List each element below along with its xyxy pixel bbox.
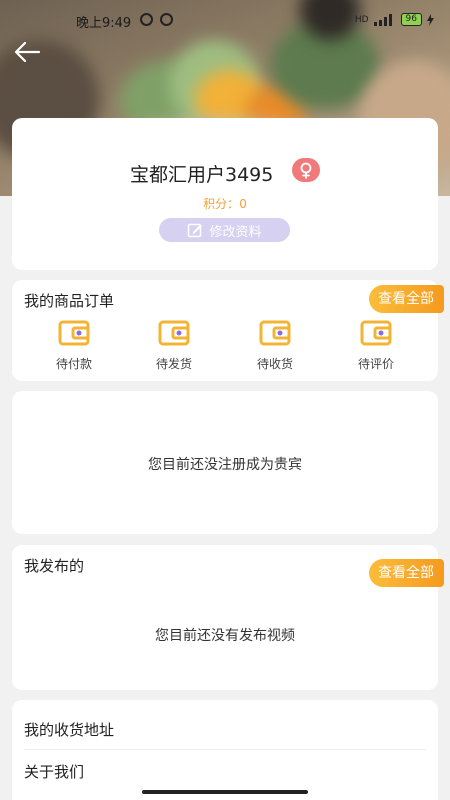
battery-icon: 96 — [400, 13, 422, 26]
menu-item-shipping-address[interactable]: 我的收货地址 — [24, 710, 426, 750]
points-value: 0 — [239, 197, 247, 211]
order-item-label: 待评价 — [357, 357, 394, 371]
edit-profile-button[interactable]: 修改资料 — [159, 218, 290, 242]
order-pending-review[interactable]: 待评价 — [346, 320, 406, 372]
posts-empty-message: 您目前还没有发布视频 — [155, 628, 295, 644]
posts-view-all-button[interactable]: 查看全部 — [369, 559, 444, 587]
wallet-icon — [58, 320, 90, 346]
profile-card: 宝都汇用户3495 积分：0 修改资料 — [12, 118, 438, 270]
points-display: 积分：0 — [12, 195, 438, 212]
back-button[interactable] — [12, 40, 46, 70]
wallet-icon — [158, 320, 190, 346]
order-pending-receipt[interactable]: 待收货 — [245, 320, 305, 372]
gender-badge — [292, 158, 320, 182]
order-item-label: 待发货 — [155, 357, 192, 371]
network-type-label: HD — [354, 14, 369, 25]
vip-status-message: 您目前还没注册成为贵宾 — [148, 457, 302, 473]
status-bar: 晚上9:49 HD 96 — [0, 0, 450, 40]
order-pending-payment[interactable]: 待付款 — [44, 320, 104, 372]
vip-card[interactable]: 您目前还没注册成为贵宾 — [12, 391, 438, 534]
notification-icon — [140, 13, 153, 26]
my-posts-card: 我发布的 查看全部 您目前还没有发布视频 — [12, 545, 444, 690]
home-indicator[interactable] — [142, 790, 308, 794]
menu-card: 我的收货地址 关于我们 — [12, 700, 438, 800]
orders-title: 我的商品订单 — [24, 292, 115, 310]
username: 宝都汇用户3495 — [130, 164, 274, 186]
menu-item-about-us[interactable]: 关于我们 — [24, 752, 426, 792]
edit-icon — [188, 223, 203, 238]
order-item-label: 待收货 — [256, 357, 293, 371]
edit-profile-label: 修改资料 — [209, 224, 262, 240]
status-time: 晚上9:49 — [76, 16, 132, 31]
notification-icon — [160, 13, 173, 26]
arrow-left-icon — [14, 41, 41, 63]
signal-icon — [373, 13, 392, 26]
posts-title: 我发布的 — [24, 557, 85, 575]
wallet-icon — [360, 320, 392, 346]
points-label: 积分： — [203, 197, 240, 211]
order-pending-shipment[interactable]: 待发货 — [144, 320, 204, 372]
orders-card: 我的商品订单 查看全部 待付款 待发货 待收货 待评价 — [12, 280, 444, 381]
order-item-label: 待付款 — [55, 357, 92, 371]
orders-view-all-button[interactable]: 查看全部 — [369, 285, 444, 313]
status-right-group: HD 96 — [355, 13, 434, 26]
charging-icon — [427, 13, 434, 26]
female-icon — [300, 162, 312, 179]
wallet-icon — [259, 320, 291, 346]
